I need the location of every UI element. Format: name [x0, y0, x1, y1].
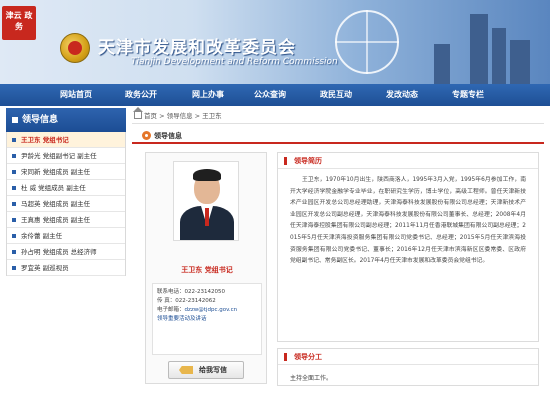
contact-phone: 联系电话：022-23142050 [157, 289, 225, 295]
bio-panel: 领导简历 王卫东，1970年10月出生，陕西商洛人，1995年3月入党，1995… [277, 152, 539, 342]
sidebar-item-label: 马超英 党组成员 副主任 [21, 200, 91, 208]
sidebar-item-leader[interactable]: 王卫东 党组书记 [7, 132, 125, 148]
contact-info: 联系电话：022-23142050 传 真：022-23142062 电子邮箱：… [152, 283, 262, 355]
sidebar-item-label: 杜 威 党组成员 副主任 [21, 184, 86, 192]
sidebar-item-leader[interactable]: 尹龄光 党组副书记 副主任 [7, 148, 125, 164]
skyline-building [492, 28, 506, 84]
bullet-icon [12, 138, 16, 142]
skyline-building [510, 40, 530, 84]
tab-bullet-icon [142, 131, 151, 140]
leader-activities-link[interactable]: 领导重要活动及讲话 [157, 315, 257, 324]
bio-text: 王卫东，1970年10月出生，陕西商洛人，1995年3月入党，1995年6月参加… [290, 177, 526, 265]
nav-special-topics[interactable]: 专题专栏 [452, 84, 484, 106]
nav-interaction[interactable]: 政民互动 [320, 84, 352, 106]
ferris-wheel-decoration [335, 10, 399, 74]
tab-label: 领导信息 [154, 132, 182, 140]
duty-panel-title: 领导分工 [278, 349, 538, 365]
home-icon[interactable] [133, 107, 143, 119]
pen-icon [179, 366, 193, 374]
write-letter-label: 给我写信 [199, 366, 227, 374]
bullet-icon [12, 186, 16, 190]
sidebar-item-leader[interactable]: 王真惠 党组成员 副主任 [7, 212, 125, 228]
sidebar-item-leader[interactable]: 罗宜英 副巡视员 [7, 260, 125, 276]
sidebar-item-label: 宋同新 党组成员 副主任 [21, 168, 91, 176]
sidebar-item-label: 王真惠 党组成员 副主任 [21, 216, 91, 224]
tab-leader-info[interactable]: 领导信息 [142, 128, 182, 144]
bullet-icon [12, 202, 16, 206]
content-tab-bar: 领导信息 [132, 126, 544, 144]
site-title[interactable]: 天津市发展和改革委员会 [98, 33, 296, 58]
write-letter-button[interactable]: 给我写信 [168, 361, 244, 379]
bullet-icon [12, 154, 16, 158]
leader-list: 王卫东 党组书记 尹龄光 党组副书记 副主任 宋同新 党组成员 副主任 杜 威 … [6, 132, 126, 276]
site-subtitle: Tianjin Development and Reform Commissio… [131, 57, 338, 67]
nav-government-affairs[interactable]: 政务公开 [125, 84, 157, 106]
sidebar-item-label: 孙占明 党组成员 总经济师 [21, 248, 97, 256]
breadcrumb-text[interactable]: 首页 > 领导信息 > 王卫东 [144, 112, 222, 120]
contact-fax: 传 真：022-23142062 [157, 298, 216, 304]
sidebar-item-leader[interactable]: 宋同新 党组成员 副主任 [7, 164, 125, 180]
nav-reform-news[interactable]: 发改动态 [386, 84, 418, 106]
sidebar-item-leader[interactable]: 杜 威 党组成员 副主任 [7, 180, 125, 196]
bullet-icon [12, 234, 16, 238]
skyline-building [434, 44, 450, 84]
bullet-icon [12, 170, 16, 174]
nav-home[interactable]: 网站首页 [60, 84, 92, 106]
sidebar-item-leader[interactable]: 余伶蕾 副主任 [7, 228, 125, 244]
nav-public-query[interactable]: 公众查询 [254, 84, 286, 106]
site-header: 津云 政务 天津市发展和改革委员会 Tianjin Development an… [0, 0, 550, 84]
sidebar-item-label: 余伶蕾 副主任 [21, 232, 63, 240]
commission-emblem-icon [60, 33, 90, 63]
leader-photo [173, 161, 239, 241]
sidebar-item-label: 罗宜英 副巡视员 [21, 264, 69, 272]
sidebar-item-leader[interactable]: 马超英 党组成员 副主任 [7, 196, 125, 212]
nav-online-services[interactable]: 网上办事 [192, 84, 224, 106]
sidebar-item-leader[interactable]: 孙占明 党组成员 总经济师 [7, 244, 125, 260]
contact-email-link[interactable]: dzzw@tjdpc.gov.cn [185, 307, 238, 313]
contact-email-label: 电子邮箱： [157, 307, 185, 313]
skyline-building [470, 14, 488, 84]
leader-profile-card: 王卫东 党组书记 联系电话：022-23142050 传 真：022-23142… [145, 152, 267, 384]
site-stamp-logo: 津云 政务 [2, 6, 36, 40]
main-nav: 网站首页 政务公开 网上办事 公众查询 政民互动 发改动态 专题专栏 [0, 84, 550, 106]
bullet-icon [12, 250, 16, 254]
duty-text: 主持全面工作。 [290, 375, 333, 382]
sidebar-item-label: 王卫东 党组书记 [21, 136, 69, 144]
bullet-icon [12, 266, 16, 270]
bio-panel-title: 领导简历 [278, 153, 538, 169]
contact-email-row: 电子邮箱：dzzw@tjdpc.gov.cn [157, 306, 257, 315]
breadcrumb: 首页 > 领导信息 > 王卫东 [132, 107, 544, 124]
sidebar-title: 领导信息 [6, 108, 126, 132]
leader-sidebar: 领导信息 王卫东 党组书记 尹龄光 党组副书记 副主任 宋同新 党组成员 副主任… [6, 108, 126, 404]
bullet-icon [12, 218, 16, 222]
duty-panel: 领导分工 主持全面工作。 [277, 348, 539, 386]
leader-name-title: 王卫东 党组书记 [181, 266, 233, 274]
sidebar-item-label: 尹龄光 党组副书记 副主任 [21, 152, 97, 160]
